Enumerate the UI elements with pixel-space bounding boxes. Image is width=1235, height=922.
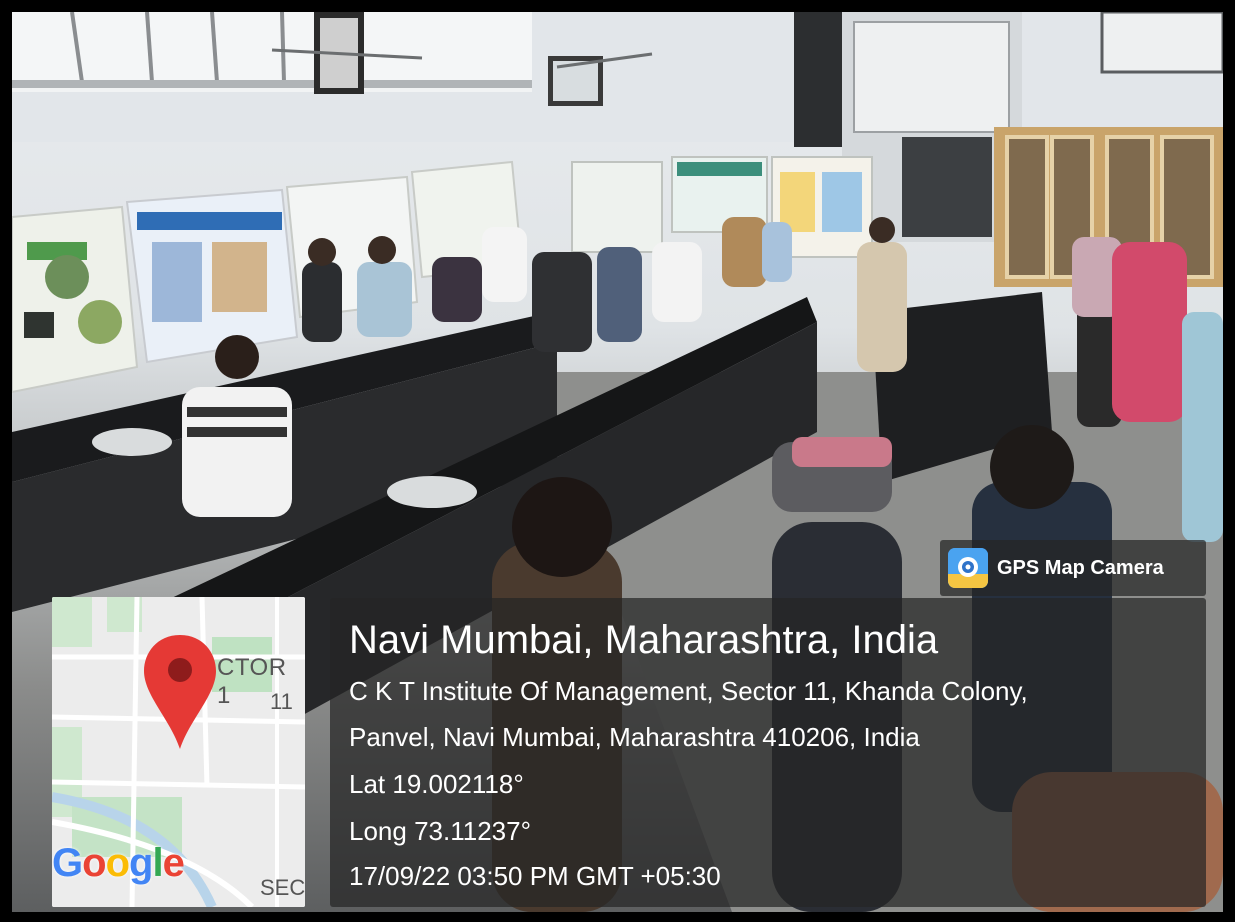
latitude-text: Lat 19.002118° <box>349 769 524 799</box>
gps-map-camera-label: GPS Map Camera <box>997 557 1164 579</box>
gps-map-camera-badge: GPS Map Camera <box>940 540 1206 596</box>
lab-photo: GPS Map Camera CTOR 1 11 SEC Google Navi… <box>12 12 1223 912</box>
gps-map-camera-icon <box>948 548 988 588</box>
map-label-number: 11 <box>270 689 293 714</box>
map-label-bottom: SEC <box>260 875 305 900</box>
location-info-panel: Navi Mumbai, Maharashtra, India C K T In… <box>330 598 1206 907</box>
google-logo-letter: e <box>162 841 185 885</box>
address-line-2: Panvel, Navi Mumbai, Maharashtra 410206,… <box>349 722 920 752</box>
google-logo-letter: G <box>52 841 83 885</box>
google-logo-letter: l <box>152 841 163 885</box>
google-logo-letter: o <box>105 841 130 885</box>
address-line-1: C K T Institute Of Management, Sector 11… <box>349 676 1028 706</box>
google-logo-letter: g <box>129 841 153 885</box>
google-logo-letter: o <box>82 841 106 885</box>
longitude-text: Long 73.11237° <box>349 816 531 846</box>
google-logo: Google <box>52 841 185 886</box>
location-map-thumbnail: CTOR 1 11 SEC Google <box>52 597 305 907</box>
photo-frame: GPS Map Camera CTOR 1 11 SEC Google Navi… <box>0 0 1235 922</box>
location-title: Navi Mumbai, Maharashtra, India <box>349 618 939 662</box>
datetime-text: 17/09/22 03:50 PM GMT +05:30 <box>349 861 721 891</box>
